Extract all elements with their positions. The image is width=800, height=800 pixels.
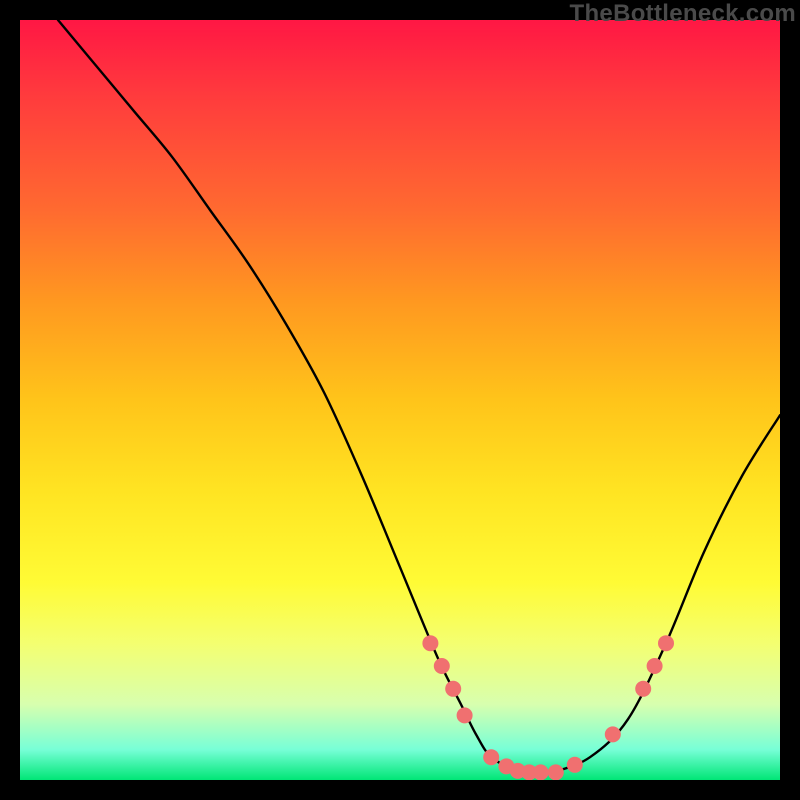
data-point: [548, 764, 564, 780]
plot-area: [20, 20, 780, 780]
data-point: [605, 726, 621, 742]
data-point: [483, 749, 499, 765]
data-point: [647, 658, 663, 674]
data-point: [422, 635, 438, 651]
data-point: [658, 635, 674, 651]
data-point: [445, 681, 461, 697]
watermark-text: TheBottleneck.com: [570, 0, 796, 28]
chart-svg: [20, 20, 780, 780]
data-point: [457, 707, 473, 723]
data-point: [567, 757, 583, 773]
data-point: [533, 764, 549, 780]
bottleneck-curve: [58, 20, 780, 774]
chart-frame: [20, 20, 780, 780]
data-point: [434, 658, 450, 674]
data-point: [635, 681, 651, 697]
